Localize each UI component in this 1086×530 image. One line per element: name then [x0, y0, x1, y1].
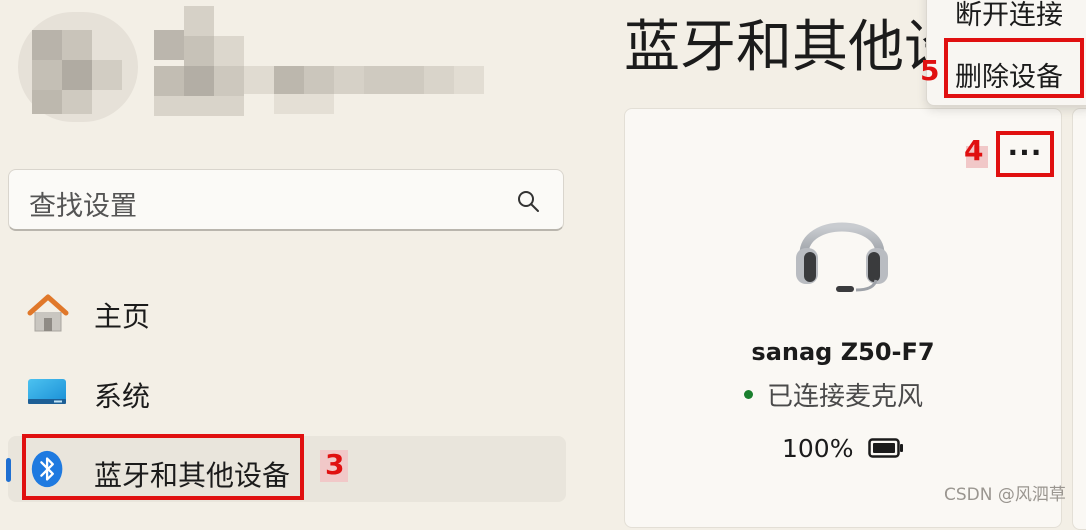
account-avatar-blurred — [10, 6, 530, 126]
device-status: 已连接麦克风 — [744, 376, 923, 413]
selection-indicator — [6, 458, 11, 482]
sidebar-item-system[interactable]: 系统 — [8, 361, 566, 427]
sidebar-item-home[interactable]: 主页 — [8, 281, 566, 347]
home-icon — [27, 294, 69, 332]
system-display-icon — [28, 379, 66, 404]
battery-icon — [868, 438, 903, 458]
sidebar-item-label: 主页 — [94, 300, 151, 333]
search-icon[interactable] — [515, 188, 541, 214]
menu-item-disconnect[interactable]: 断开连接 — [955, 0, 1063, 32]
search-input[interactable]: 查找设置 — [29, 184, 137, 223]
device-name: sanag Z50-F7 — [751, 338, 935, 366]
device-card-next[interactable] — [1072, 108, 1086, 530]
device-status-text: 已连接麦克风 — [767, 382, 924, 412]
battery-level: 100% — [782, 434, 854, 463]
annotation-box-step4 — [996, 131, 1054, 177]
annotation-step4: 4 — [964, 134, 984, 167]
annotation-step5: 5 — [920, 54, 940, 87]
annotation-box-step5 — [944, 38, 1084, 98]
annotation-box-step3 — [22, 434, 304, 500]
headset-icon — [796, 222, 888, 292]
sidebar-item-label: 系统 — [94, 380, 151, 413]
annotation-step3: 3 — [325, 448, 345, 481]
connected-dot-icon — [744, 390, 753, 399]
watermark: CSDN @风泗草 — [944, 485, 1066, 505]
search-box[interactable]: 查找设置 — [8, 169, 564, 231]
page-title: 蓝牙和其他设备 — [624, 15, 934, 80]
